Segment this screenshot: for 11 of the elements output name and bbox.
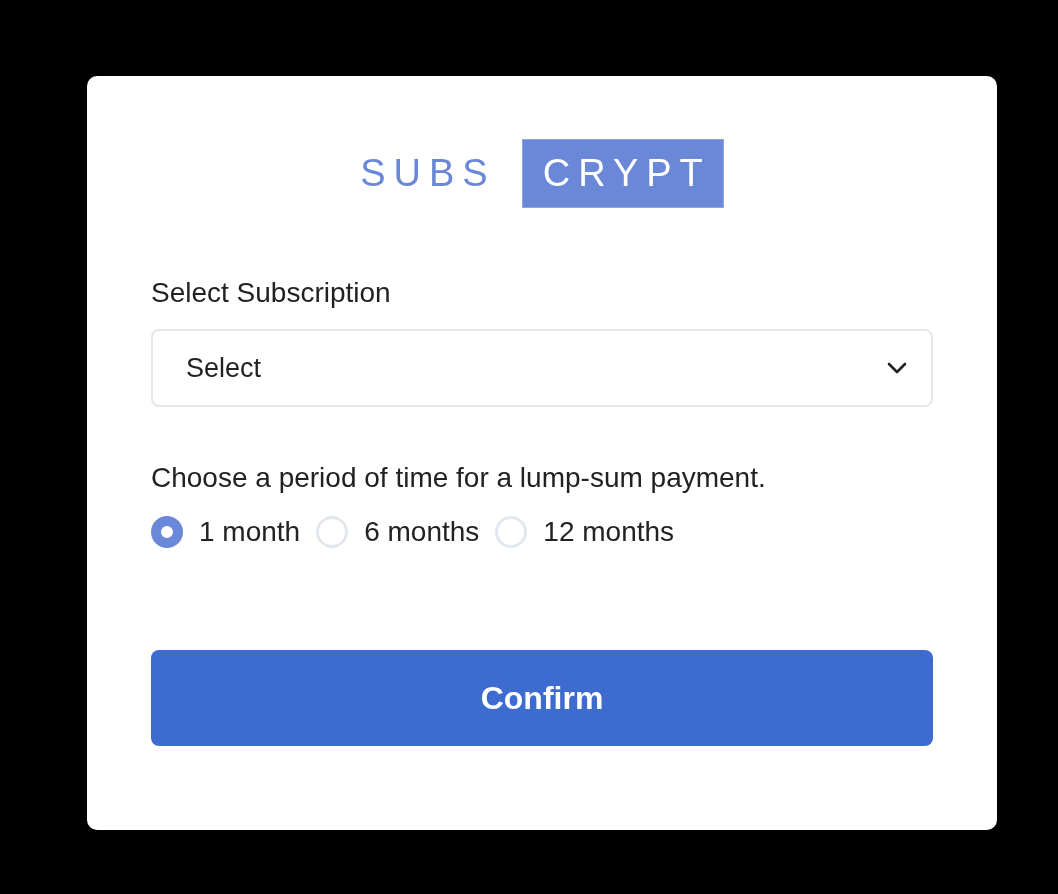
period-option[interactable]: 6 months: [316, 516, 480, 548]
confirm-button[interactable]: Confirm: [151, 650, 933, 746]
chevron-down-icon: [887, 362, 907, 374]
radio-button[interactable]: [151, 516, 183, 548]
period-option[interactable]: 1 month: [151, 516, 301, 548]
logo-text: SUBS: [360, 152, 496, 195]
subscription-dropdown[interactable]: Select: [151, 329, 933, 407]
period-option[interactable]: 12 months: [495, 516, 675, 548]
field-label: Select Subscription: [151, 277, 392, 309]
prompt-text: Choose a period of time for a lump-sum payment.: [151, 462, 767, 494]
logo-badge: CRYPT: [521, 139, 724, 208]
